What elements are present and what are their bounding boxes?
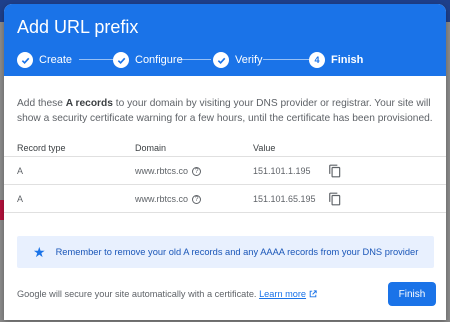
- step-connector: [263, 59, 309, 60]
- add-url-prefix-dialog: Add URL prefix Create Configure Verify 4…: [4, 4, 446, 320]
- step-label: Configure: [135, 54, 183, 66]
- step-verify: Verify: [213, 50, 263, 70]
- help-icon[interactable]: ?: [192, 195, 202, 205]
- domain-text: www.rbtcs.co: [135, 166, 189, 176]
- external-link-icon[interactable]: [309, 290, 317, 298]
- step-number: 4: [309, 52, 325, 68]
- dns-records-table: Record type Domain Value A www.rbtcs.co?…: [4, 140, 446, 213]
- step-connector: [179, 59, 211, 60]
- learn-more-link[interactable]: Learn more: [259, 289, 306, 299]
- record-domain: www.rbtcs.co?: [135, 185, 202, 213]
- notice-text: Remember to remove your old A records an…: [55, 247, 419, 257]
- table-row: A www.rbtcs.co? 151.101.1.195: [4, 157, 446, 185]
- footer-message: Google will secure your site automatical…: [17, 289, 257, 299]
- reminder-notice: ★ Remember to remove your old A records …: [17, 236, 434, 268]
- check-icon: [213, 52, 229, 68]
- help-icon[interactable]: ?: [192, 167, 202, 177]
- copy-icon[interactable]: [328, 164, 342, 178]
- step-create: Create: [17, 50, 72, 70]
- footer-text: Google will secure your site automatical…: [17, 289, 317, 299]
- header-domain: Domain: [135, 143, 167, 153]
- star-icon: ★: [33, 243, 46, 260]
- instructions-text: Add these A records to your domain by vi…: [17, 96, 433, 126]
- step-label: Verify: [235, 54, 263, 66]
- record-value: 151.101.1.195: [253, 166, 311, 176]
- table-row: A www.rbtcs.co? 151.101.65.195: [4, 185, 446, 213]
- finish-button[interactable]: Finish: [388, 282, 436, 306]
- check-icon: [17, 52, 33, 68]
- step-finish: 4 Finish: [309, 50, 363, 70]
- instructions-pre: Add these: [17, 98, 66, 109]
- step-configure: Configure: [113, 50, 183, 70]
- step-label: Create: [39, 54, 73, 66]
- record-domain: www.rbtcs.co?: [135, 157, 202, 185]
- record-value: 151.101.65.195: [253, 194, 316, 204]
- record-type: A: [17, 194, 24, 204]
- dialog-title: Add URL prefix: [17, 17, 139, 37]
- stepper: Create Configure Verify 4 Finish: [17, 50, 437, 70]
- check-icon: [113, 52, 129, 68]
- header-value: Value: [253, 143, 276, 153]
- instructions-bold: A records: [65, 98, 113, 109]
- step-connector: [79, 59, 113, 60]
- copy-icon[interactable]: [328, 192, 342, 206]
- step-label: Finish: [331, 54, 364, 66]
- header-record-type: Record type: [17, 143, 66, 153]
- domain-text: www.rbtcs.co: [135, 194, 189, 204]
- table-header: Record type Domain Value: [4, 140, 446, 157]
- dialog-header: Add URL prefix Create Configure Verify 4…: [4, 4, 446, 76]
- record-type: A: [17, 166, 24, 176]
